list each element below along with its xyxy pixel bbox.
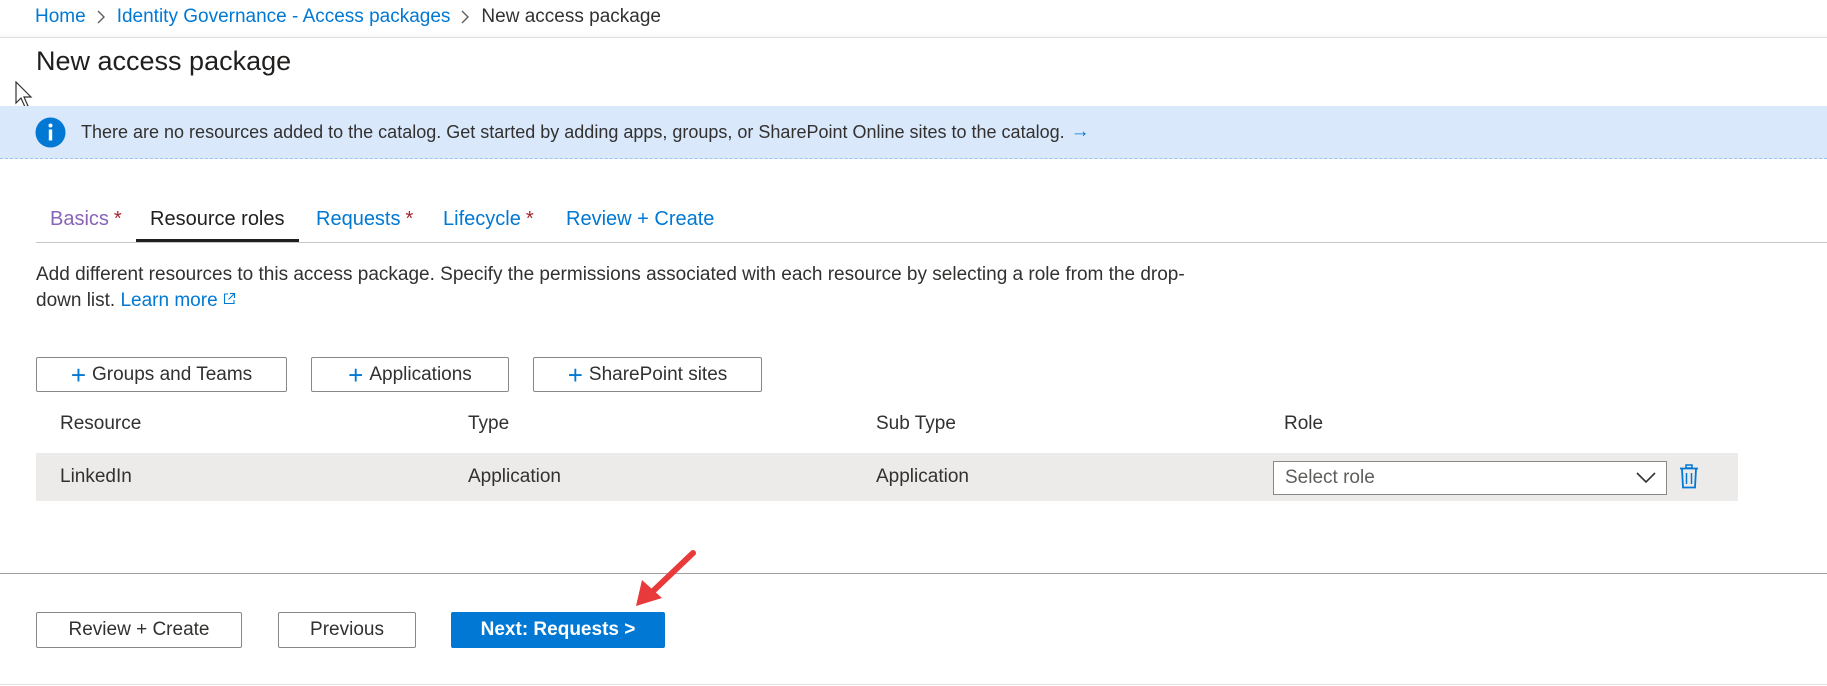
add-applications-label: Applications <box>369 363 472 385</box>
tab-basics-label: Basics <box>50 208 109 230</box>
arrow-right-icon[interactable]: → <box>1071 121 1090 143</box>
bottom-border <box>0 684 1827 685</box>
annotation-arrow-icon <box>630 548 698 613</box>
top-bar: Home Identity Governance - Access packag… <box>0 0 1827 38</box>
required-marker: * <box>405 208 414 230</box>
required-marker: * <box>525 208 534 230</box>
footer-divider <box>0 573 1827 574</box>
tab-resource-roles[interactable]: Resource roles <box>136 200 299 242</box>
cell-sub-type: Application <box>876 466 969 487</box>
tab-review-create[interactable]: Review + Create <box>552 200 728 240</box>
role-select-value: Select role <box>1285 467 1375 488</box>
tab-lifecycle[interactable]: Lifecycle * <box>429 200 548 240</box>
required-marker: * <box>113 208 122 230</box>
next-requests-button[interactable]: Next: Requests > <box>451 612 665 648</box>
add-sharepoint-sites-button[interactable]: + SharePoint sites <box>533 357 762 392</box>
breadcrumb-home[interactable]: Home <box>35 6 86 28</box>
column-header-role: Role <box>1284 413 1324 434</box>
cell-type: Application <box>468 466 561 487</box>
chevron-right-icon <box>461 10 470 24</box>
tab-resource-roles-label: Resource roles <box>150 208 285 230</box>
plus-icon: + <box>70 359 86 390</box>
review-create-button[interactable]: Review + Create <box>36 612 242 648</box>
table-row: LinkedIn Application Application Select … <box>36 453 1738 501</box>
breadcrumb-access-packages[interactable]: Identity Governance - Access packages <box>117 6 451 28</box>
role-select[interactable]: Select role <box>1273 461 1667 495</box>
info-banner: There are no resources added to the cata… <box>0 106 1827 159</box>
learn-more-link[interactable]: Learn more <box>120 290 235 311</box>
external-link-icon <box>223 292 235 305</box>
info-message: There are no resources added to the cata… <box>81 121 1065 142</box>
add-groups-label: Groups and Teams <box>92 363 253 385</box>
delete-icon[interactable] <box>1679 464 1699 494</box>
tab-review-create-label: Review + Create <box>566 208 715 230</box>
plus-icon: + <box>567 359 583 390</box>
column-header-resource: Resource <box>60 413 142 434</box>
description: Add different resources to this access p… <box>36 262 1196 314</box>
tab-requests[interactable]: Requests * <box>302 200 427 240</box>
column-header-type: Type <box>468 413 510 434</box>
learn-more-label: Learn more <box>120 290 218 311</box>
breadcrumb: Home Identity Governance - Access packag… <box>35 6 661 28</box>
chevron-down-icon <box>1636 472 1656 484</box>
tab-lifecycle-label: Lifecycle <box>443 208 521 230</box>
wizard-tabs: Basics * Resource roles Requests * Lifecyc… <box>36 200 1827 243</box>
add-applications-button[interactable]: + Applications <box>311 357 509 392</box>
previous-button[interactable]: Previous <box>278 612 416 648</box>
page-title: New access package <box>36 46 292 76</box>
add-groups-and-teams-button[interactable]: + Groups and Teams <box>36 357 287 392</box>
info-icon <box>35 117 66 147</box>
add-sharepoint-label: SharePoint sites <box>588 363 728 385</box>
plus-icon: + <box>348 359 364 390</box>
chevron-right-icon <box>97 10 106 24</box>
tab-basics[interactable]: Basics * <box>36 200 136 240</box>
tab-requests-label: Requests <box>316 208 401 230</box>
breadcrumb-current: New access package <box>481 6 661 27</box>
cell-resource: LinkedIn <box>60 466 132 487</box>
column-header-sub-type: Sub Type <box>876 413 956 434</box>
